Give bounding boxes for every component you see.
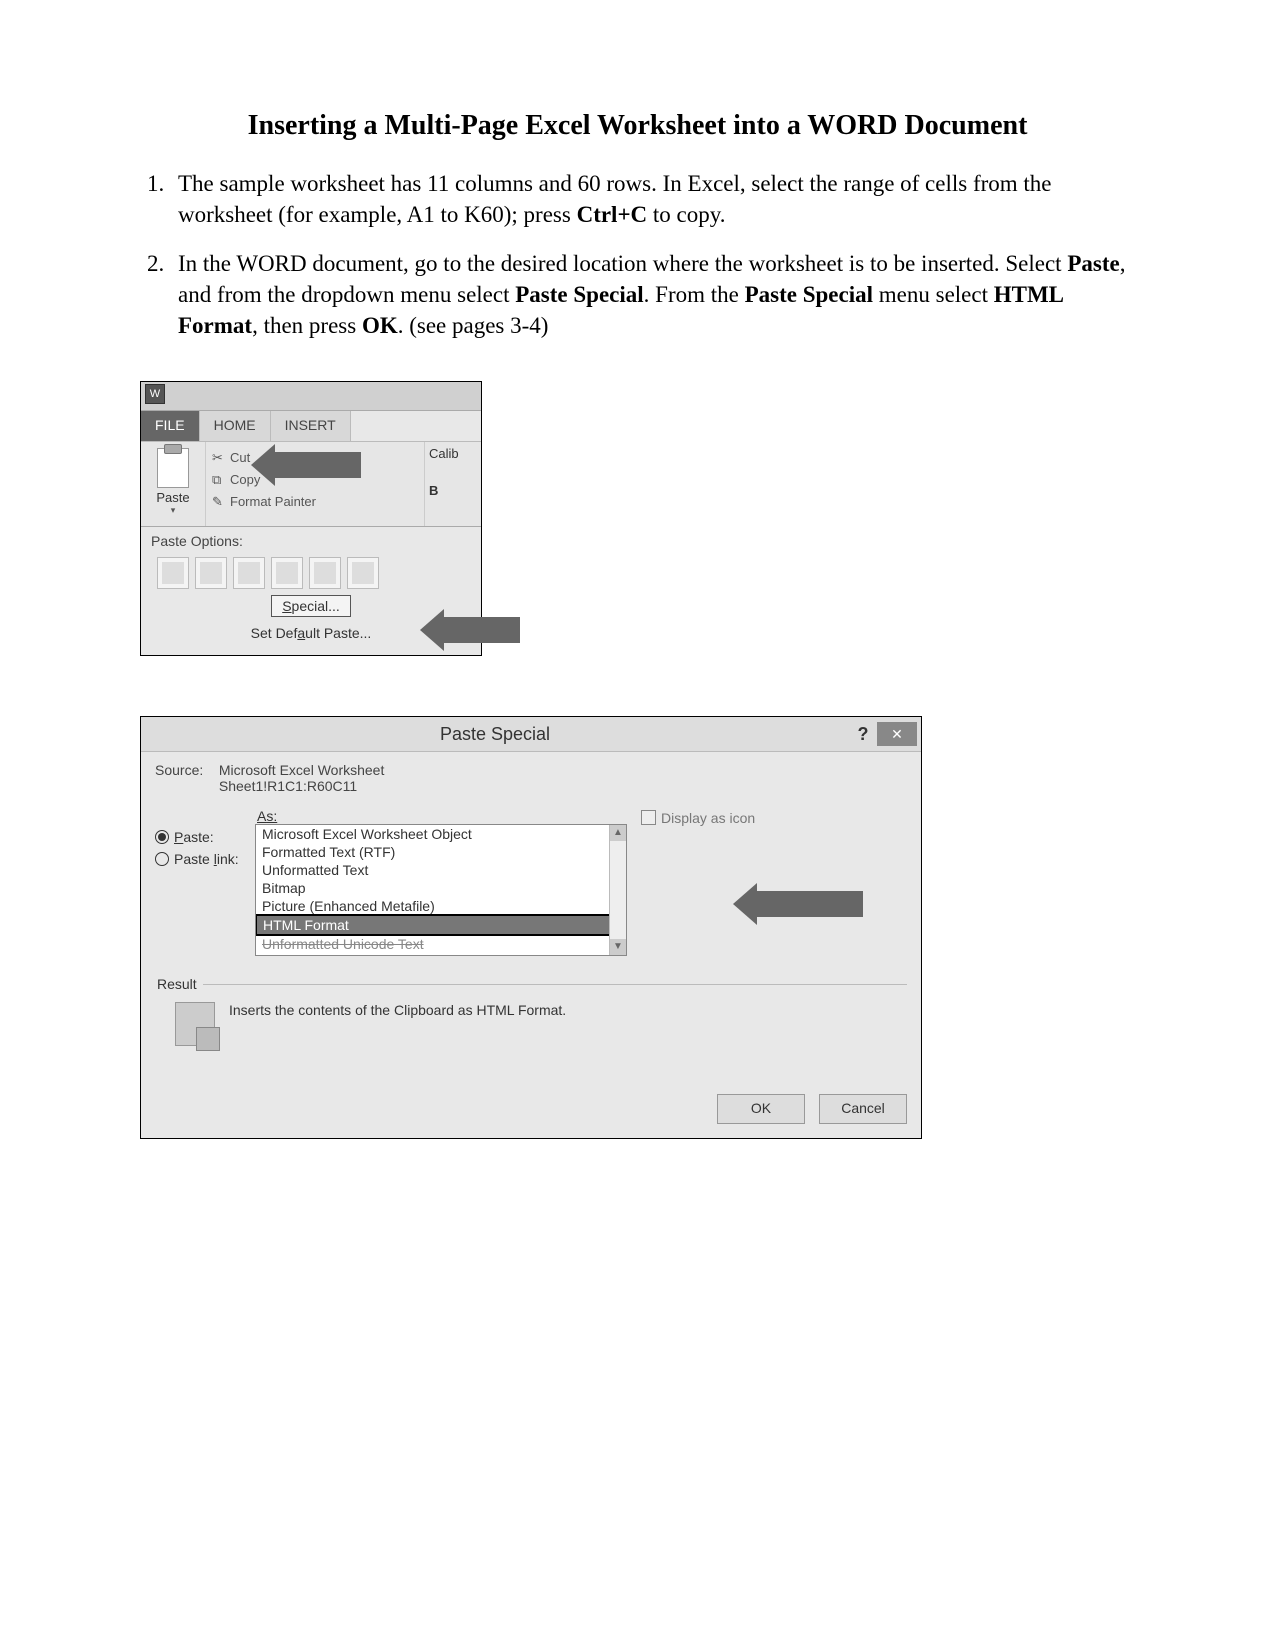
paste-option-icon[interactable] — [195, 557, 227, 589]
dialog-titlebar: Paste Special ? ✕ — [141, 717, 921, 752]
format-listbox[interactable]: Microsoft Excel Worksheet Object Formatt… — [255, 824, 627, 956]
paste-link-radio[interactable]: Paste link:Paste link: — [155, 848, 255, 870]
tab-file[interactable]: FILE — [141, 411, 200, 441]
copy-icon: ⧉ — [212, 472, 226, 486]
list-item[interactable]: Bitmap — [256, 879, 626, 897]
word-app-icon: W — [145, 384, 165, 404]
quick-access-toolbar: W — [141, 382, 481, 411]
list-item[interactable]: Picture (Enhanced Metafile) — [256, 897, 626, 915]
list-item[interactable]: Microsoft Excel Worksheet Object — [256, 825, 626, 843]
list-item[interactable]: Unformatted Unicode Text — [256, 935, 626, 953]
clipboard-result-icon — [175, 1002, 215, 1046]
ok-button[interactable]: OK — [717, 1094, 805, 1124]
paste-radio[interactable]: Paste:Paste: — [155, 826, 255, 848]
tab-insert[interactable]: INSERT — [271, 411, 351, 441]
paste-options-icons — [151, 555, 471, 591]
result-label: Result — [155, 976, 203, 992]
scroll-up-icon[interactable]: ▲ — [610, 825, 626, 841]
cancel-button[interactable]: Cancel — [819, 1094, 907, 1124]
radio-unselected-icon — [155, 852, 169, 866]
result-text: Inserts the contents of the Clipboard as… — [229, 1002, 566, 1018]
page-title: Inserting a Multi-Page Excel Worksheet i… — [130, 110, 1145, 142]
paste-special-dialog: Paste Special ? ✕ Source: Microsoft Exce… — [140, 716, 922, 1139]
paste-options-header: Paste Options: — [151, 533, 471, 549]
paste-option-icon[interactable] — [157, 557, 189, 589]
list-item-selected[interactable]: HTML Format — [255, 914, 627, 936]
annotation-arrow-icon — [440, 617, 520, 643]
paste-option-icon[interactable] — [271, 557, 303, 589]
list-item[interactable]: Formatted Text (RTF) — [256, 843, 626, 861]
source-info: Source: Microsoft Excel Worksheet Sheet1… — [155, 762, 907, 794]
scrollbar[interactable]: ▲ ▼ — [609, 825, 626, 955]
display-as-icon-checkbox[interactable]: Display as icon — [641, 808, 755, 956]
as-label: As:As: — [257, 808, 627, 824]
clipboard-icon — [157, 448, 189, 488]
ribbon-tabs: FILE HOME INSERT — [141, 411, 481, 441]
format-painter-menu-item[interactable]: ✎Format Painter — [212, 490, 418, 512]
bold-button[interactable]: B — [429, 483, 477, 498]
help-button[interactable]: ? — [849, 724, 877, 745]
radio-selected-icon — [155, 830, 169, 844]
font-name-fragment: Calib — [429, 446, 477, 461]
step-1: The sample worksheet has 11 columns and … — [170, 168, 1145, 230]
checkbox-icon — [641, 810, 656, 825]
paste-label: Paste — [147, 490, 199, 505]
annotation-arrow-icon — [753, 891, 863, 917]
scissors-icon: ✂ — [212, 450, 226, 464]
annotation-arrow-icon — [271, 452, 361, 478]
paste-option-icon[interactable] — [309, 557, 341, 589]
paintbrush-icon: ✎ — [212, 494, 226, 508]
paste-option-icon[interactable] — [233, 557, 265, 589]
instruction-list: The sample worksheet has 11 columns and … — [130, 168, 1145, 341]
tab-home[interactable]: HOME — [200, 411, 271, 441]
scroll-down-icon[interactable]: ▼ — [610, 939, 626, 955]
chevron-down-icon[interactable]: ▾ — [147, 505, 199, 516]
paste-option-icon[interactable] — [347, 557, 379, 589]
paste-button[interactable]: Paste ▾ — [141, 442, 206, 526]
step-2: In the WORD document, go to the desired … — [170, 248, 1145, 341]
close-button[interactable]: ✕ — [877, 722, 917, 746]
dialog-title: Paste Special — [141, 724, 849, 745]
result-group: Result Inserts the contents of the Clipb… — [155, 976, 907, 1076]
list-item[interactable]: Unformatted Text — [256, 861, 626, 879]
